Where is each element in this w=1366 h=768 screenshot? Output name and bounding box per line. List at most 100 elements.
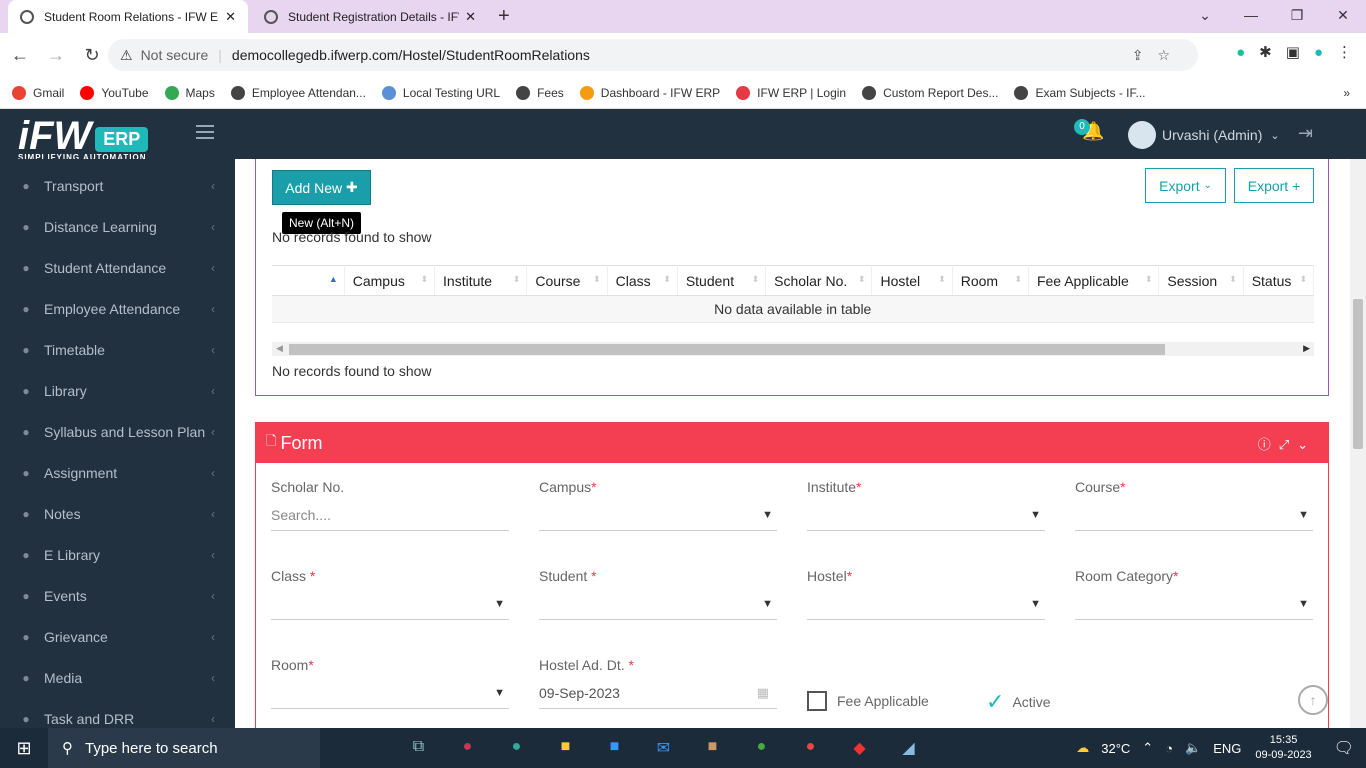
calendar-icon[interactable]: ▦ — [757, 685, 769, 701]
horizontal-scrollbar[interactable]: ◀ ▶ — [272, 342, 1314, 356]
weather-icon[interactable]: ☁ — [1076, 740, 1089, 756]
volume-icon[interactable]: 🔈 — [1185, 740, 1201, 756]
minimize-button[interactable]: — — [1228, 0, 1274, 33]
sidebar-item-employee-attendance[interactable]: ● Employee Attendance ‹ — [0, 288, 235, 329]
puzzle-icon[interactable]: ✱ — [1259, 43, 1272, 61]
tab-student-room-relations[interactable]: Student Room Relations - IFW ERP ✕ — [8, 0, 248, 33]
sidebar-item-events[interactable]: ● Events ‹ — [0, 575, 235, 616]
windows-start-icon[interactable]: ⊞ — [0, 738, 48, 759]
bookmark-item[interactable]: IFW ERP | Login — [736, 85, 846, 100]
column-header[interactable]: Course ⬍ — [526, 265, 608, 296]
bookmark-item[interactable]: Exam Subjects - IF... — [1014, 85, 1146, 100]
ifw-logo[interactable]: iFW ERP SIMPLIFYING AUTOMATION — [18, 116, 149, 162]
task-view-icon[interactable]: ⧉ — [394, 738, 443, 758]
bookmark-item[interactable]: Local Testing URL — [381, 85, 500, 100]
bookmark-item[interactable]: Employee Attendan... — [230, 85, 366, 100]
network-icon[interactable]: ◔ — [1165, 741, 1173, 756]
column-header[interactable]: Session ⬍ — [1158, 265, 1244, 296]
column-header[interactable]: Student ⬍ — [677, 265, 767, 296]
bookmark-item[interactable]: Maps — [164, 85, 215, 100]
weather-temp[interactable]: 32°C — [1101, 741, 1130, 756]
scholar-no-input[interactable]: Search.... — [271, 499, 509, 531]
sidebar-item-timetable[interactable]: ● Timetable ‹ — [0, 329, 235, 370]
clock[interactable]: 15:35 09-09-2023 — [1255, 733, 1311, 763]
url-bar[interactable]: ⚠ Not secure | democollegedb.ifwerp.com/… — [108, 39, 1198, 71]
app-icon[interactable]: ◢ — [884, 738, 933, 758]
edge-icon[interactable]: ● — [492, 738, 541, 758]
new-tab-button[interactable]: + — [498, 5, 510, 28]
sidepanel-icon[interactable]: ▣ — [1286, 43, 1300, 61]
share-star-icons[interactable]: ⇪☆ — [1132, 47, 1184, 64]
language-indicator[interactable]: ENG — [1213, 741, 1241, 756]
sidebar-item-syllabus-and-lesson-plan[interactable]: ● Syllabus and Lesson Plan ‹ — [0, 411, 235, 452]
tab-search-icon[interactable]: ⌄ — [1182, 0, 1228, 33]
bookmark-item[interactable]: Gmail — [12, 85, 64, 100]
reload-button[interactable]: ↻ — [76, 45, 108, 66]
scroll-right-icon[interactable]: ▶ — [1303, 343, 1310, 354]
course-select[interactable]: ▼ — [1075, 499, 1313, 531]
institute-select[interactable]: ▼ — [807, 499, 1045, 531]
forward-button[interactable]: → — [40, 45, 72, 66]
close-tab-icon[interactable]: ✕ — [465, 9, 476, 25]
menu-icon[interactable]: ⋮ — [1337, 43, 1352, 61]
close-tab-icon[interactable]: ✕ — [225, 9, 236, 25]
sidebar-item-media[interactable]: ● Media ‹ — [0, 657, 235, 698]
column-header[interactable]: Fee Applicable ⬍ — [1028, 265, 1160, 296]
active-checkbox[interactable]: ✓ Active — [986, 689, 1051, 715]
sidebar-item-library[interactable]: ● Library ‹ — [0, 370, 235, 411]
fee-applicable-checkbox[interactable]: Fee Applicable — [807, 691, 929, 711]
bookmark-item[interactable]: Fees — [516, 85, 564, 100]
column-header[interactable]: Scholar No. ⬍ — [765, 265, 873, 296]
sidebar-item-distance-learning[interactable]: ● Distance Learning ‹ — [0, 206, 235, 247]
column-header[interactable]: Campus ⬍ — [344, 265, 436, 296]
hamburger-menu-icon[interactable] — [196, 125, 214, 143]
column-header[interactable]: Hostel ⬍ — [871, 265, 953, 296]
sidebar-item-student-attendance[interactable]: ● Student Attendance ‹ — [0, 247, 235, 288]
tab-student-registration-details[interactable]: Student Registration Details - IFW ERP ✕ — [252, 0, 488, 33]
taskbar-search[interactable]: ⚲ Type here to search — [48, 728, 320, 768]
hostel-ad-date-input[interactable]: 09-Sep-2023 ▦ — [539, 677, 777, 709]
sidebar-item-task-and-drr[interactable]: ● Task and DRR ‹ — [0, 698, 235, 728]
profile-icon[interactable]: ● — [1314, 44, 1323, 61]
room-category-select[interactable]: ▼ — [1075, 588, 1313, 620]
scroll-thumb[interactable] — [289, 344, 1165, 355]
column-header[interactable]: Institute ⬍ — [434, 265, 528, 296]
export-dropdown-button[interactable]: Export ⌄ — [1145, 168, 1226, 203]
column-header[interactable]: Class ⬍ — [607, 265, 678, 296]
column-header[interactable]: ▲ — [272, 265, 345, 296]
column-header[interactable]: Status ⬍ — [1243, 265, 1315, 296]
hostel-select[interactable]: ▼ — [807, 588, 1045, 620]
anydesk-icon[interactable]: ◆ — [835, 738, 884, 758]
back-button[interactable]: ← — [4, 45, 36, 66]
maximize-button[interactable]: ❐ — [1274, 0, 1320, 33]
vertical-scrollbar[interactable] — [1350, 159, 1366, 728]
chrome-profile-icon[interactable]: ● — [786, 738, 835, 758]
column-header[interactable]: Room ⬍ — [952, 265, 1029, 296]
mail-icon[interactable]: ✉ — [639, 738, 688, 758]
user-menu[interactable]: Urvashi (Admin) ⌄ — [1128, 121, 1280, 149]
export-plus-button[interactable]: Export + — [1234, 168, 1314, 203]
bookmark-item[interactable]: YouTube — [80, 85, 149, 100]
tray-chevron-icon[interactable]: ⌃ — [1142, 740, 1153, 756]
store-icon[interactable]: ■ — [590, 738, 639, 758]
chrome-icon[interactable]: ● — [737, 738, 786, 758]
sidebar-item-transport[interactable]: ● Transport ‹ — [0, 165, 235, 206]
add-new-button[interactable]: Add New ✚ — [272, 170, 371, 205]
class-select[interactable]: ▼ — [271, 588, 509, 620]
scroll-to-top-icon[interactable]: ↑ — [1298, 685, 1328, 715]
grammarly-icon[interactable]: ● — [1236, 44, 1245, 61]
logout-icon[interactable]: ⇥ — [1298, 123, 1313, 144]
close-window-button[interactable]: ✕ — [1320, 0, 1366, 33]
room-select[interactable]: ▼ — [271, 677, 509, 709]
form-controls[interactable]: ⓘ⤢⌄ — [1258, 434, 1316, 453]
notifications-icon[interactable]: 🗨 — [1334, 738, 1354, 758]
notification-bell-icon[interactable]: 🔔 0 — [1074, 119, 1104, 142]
sidebar-item-e-library[interactable]: ● E Library ‹ — [0, 534, 235, 575]
student-select[interactable]: ▼ — [539, 588, 777, 620]
bookmark-item[interactable]: Dashboard - IFW ERP — [579, 85, 720, 100]
sidebar-item-assignment[interactable]: ● Assignment ‹ — [0, 452, 235, 493]
campus-select[interactable]: ▼ — [539, 499, 777, 531]
file-explorer-icon[interactable]: ■ — [541, 738, 590, 758]
bookmark-item[interactable]: Custom Report Des... — [862, 85, 998, 100]
wps-icon[interactable]: ● — [443, 738, 492, 758]
